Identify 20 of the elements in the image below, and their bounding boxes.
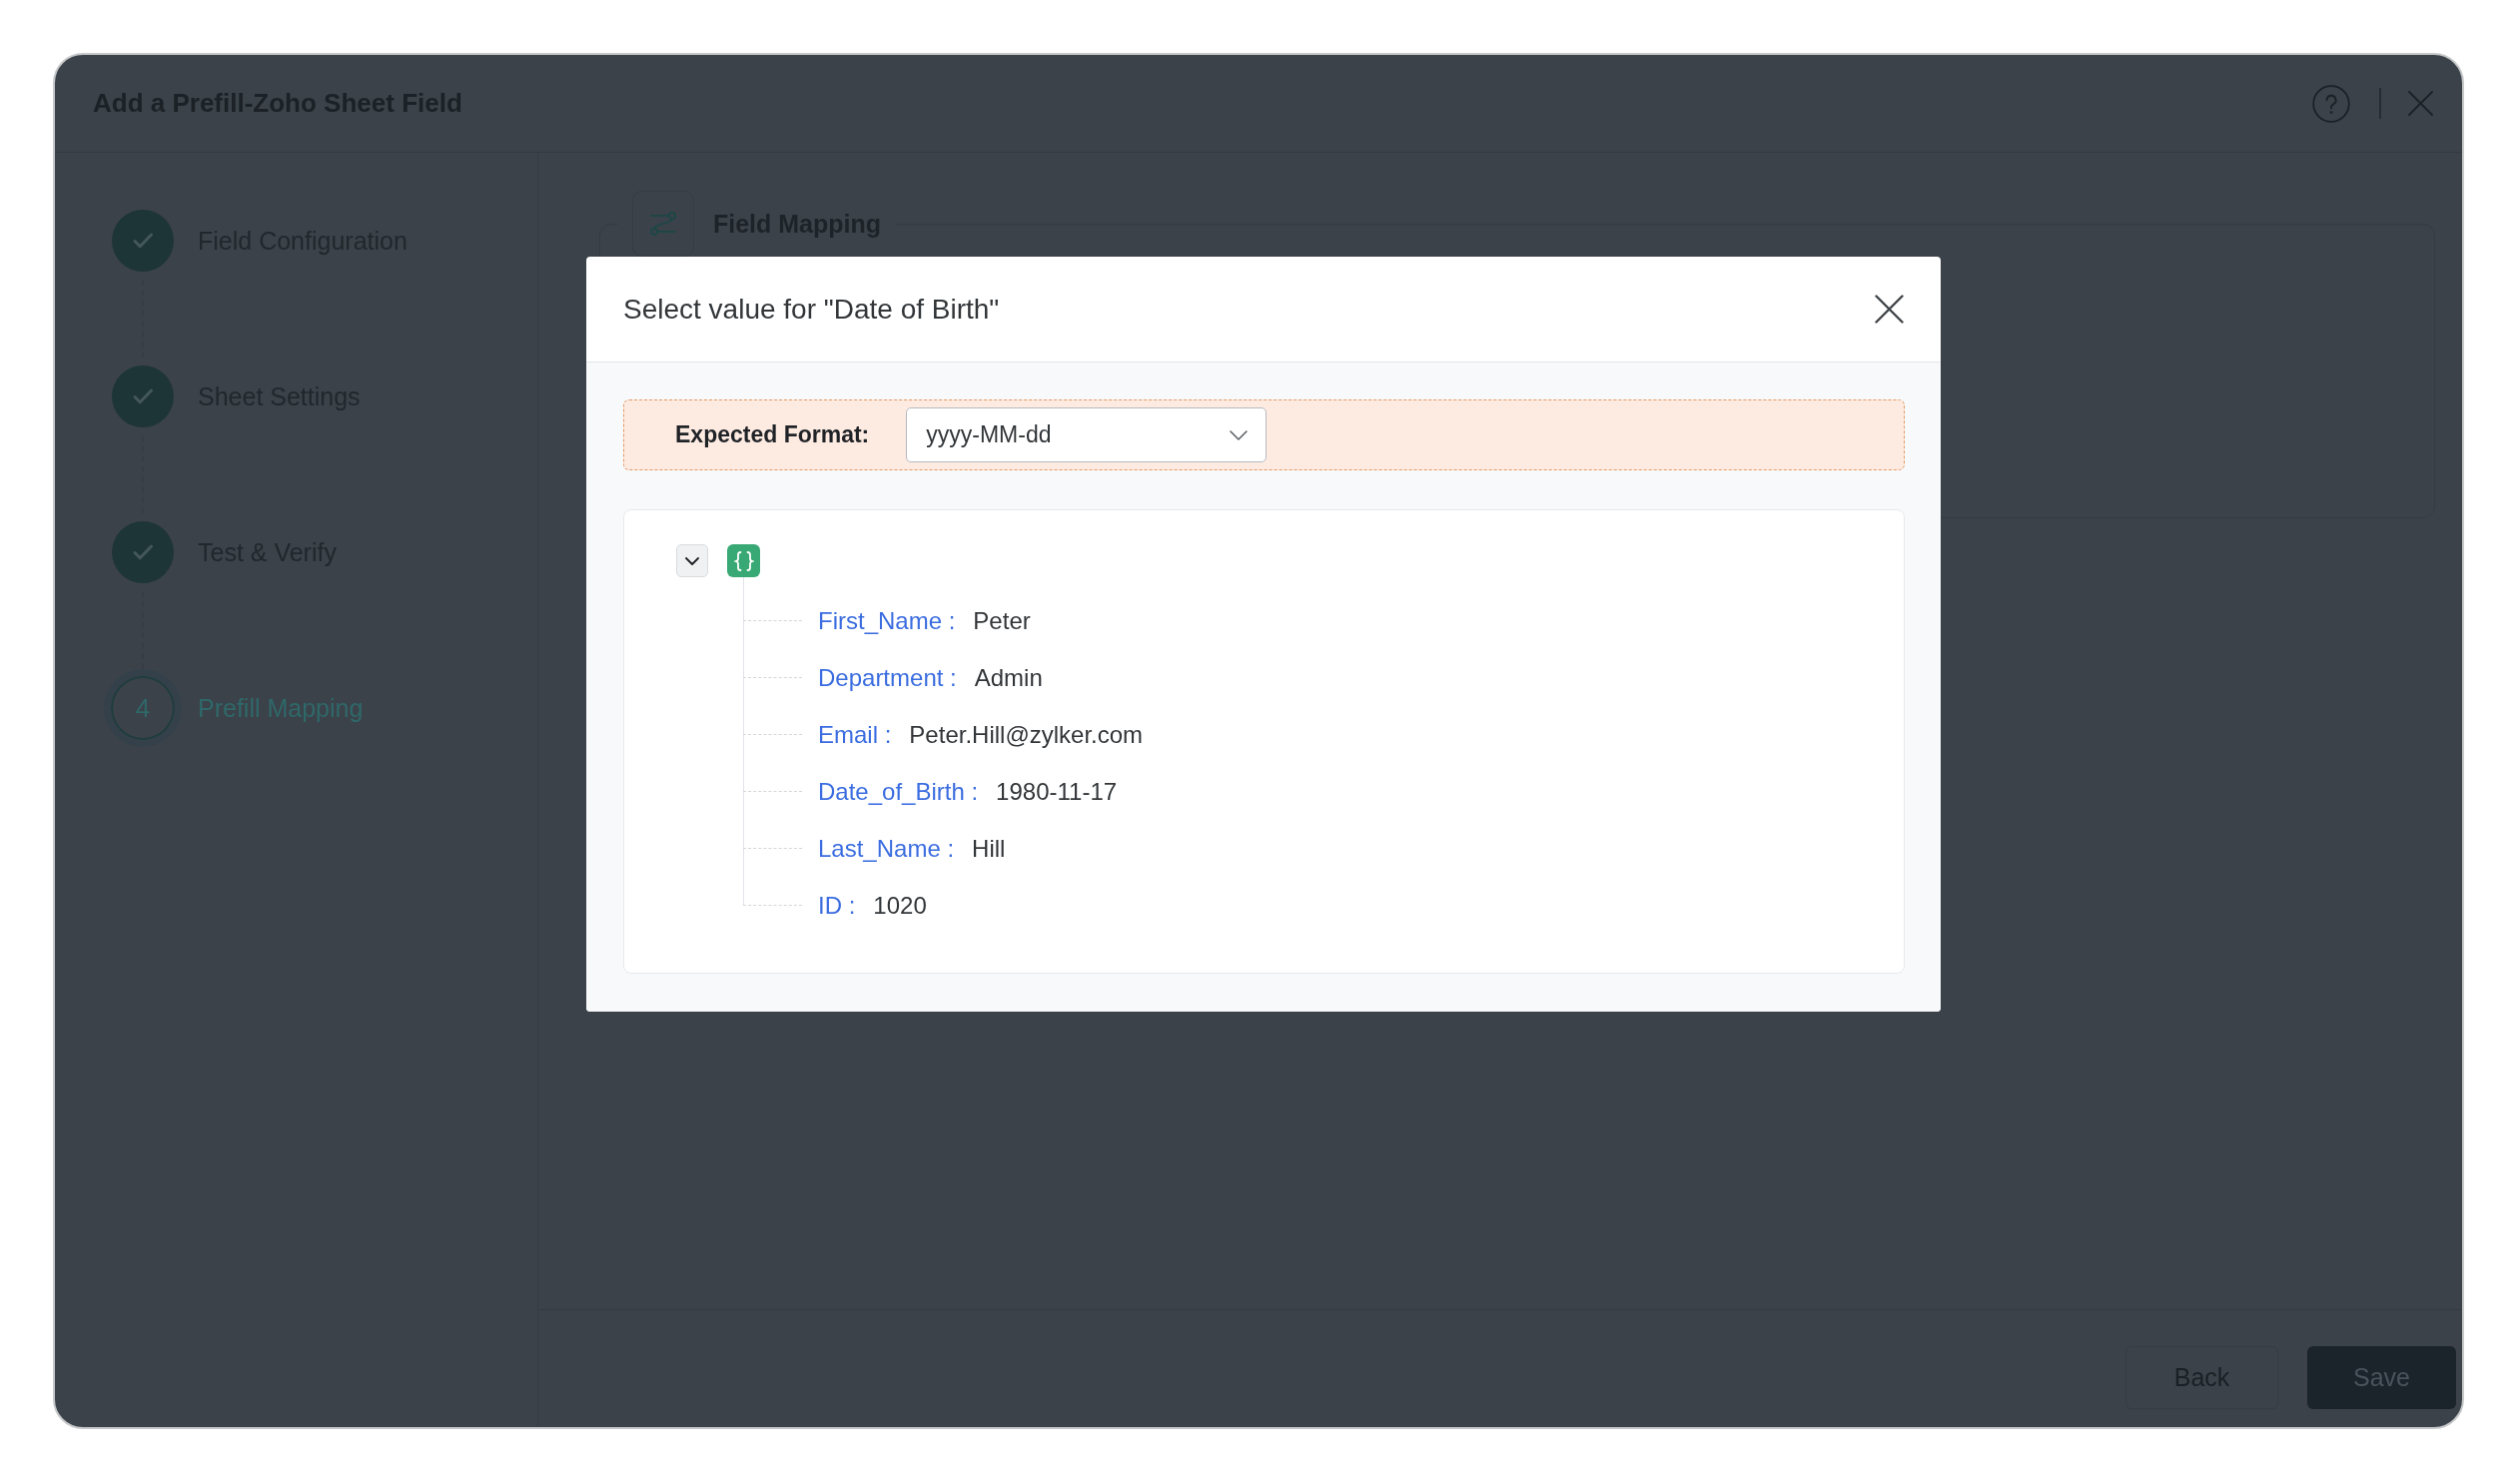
tree-value: 1020 [873,891,927,920]
format-select[interactable]: yyyy-MM-dd [906,407,1267,462]
tree-value: Hill [972,834,1006,863]
modal-title: Select value for "Date of Birth" [623,293,1000,326]
toggle-button[interactable] [676,544,708,577]
format-label: Expected Format: [675,421,870,448]
tree-value: Peter [973,606,1031,635]
tree-value: 1980-11-17 [996,777,1118,806]
tree-key[interactable]: First_Name : [818,606,956,635]
tree-key[interactable]: Date_of_Birth : [818,777,979,806]
chevron-down-icon [1230,429,1249,440]
tree-value: Peter.Hill@zylker.com [909,720,1144,749]
chevron-down-icon [685,556,699,565]
braces-icon [727,544,760,577]
tree-key[interactable]: Department : [818,663,957,692]
close-icon[interactable] [1875,295,1904,324]
tree-key[interactable]: Last_Name : [818,834,955,863]
tree-value: Admin [974,663,1043,692]
tree-key[interactable]: ID : [818,891,856,920]
tree-key[interactable]: Email : [818,720,892,749]
